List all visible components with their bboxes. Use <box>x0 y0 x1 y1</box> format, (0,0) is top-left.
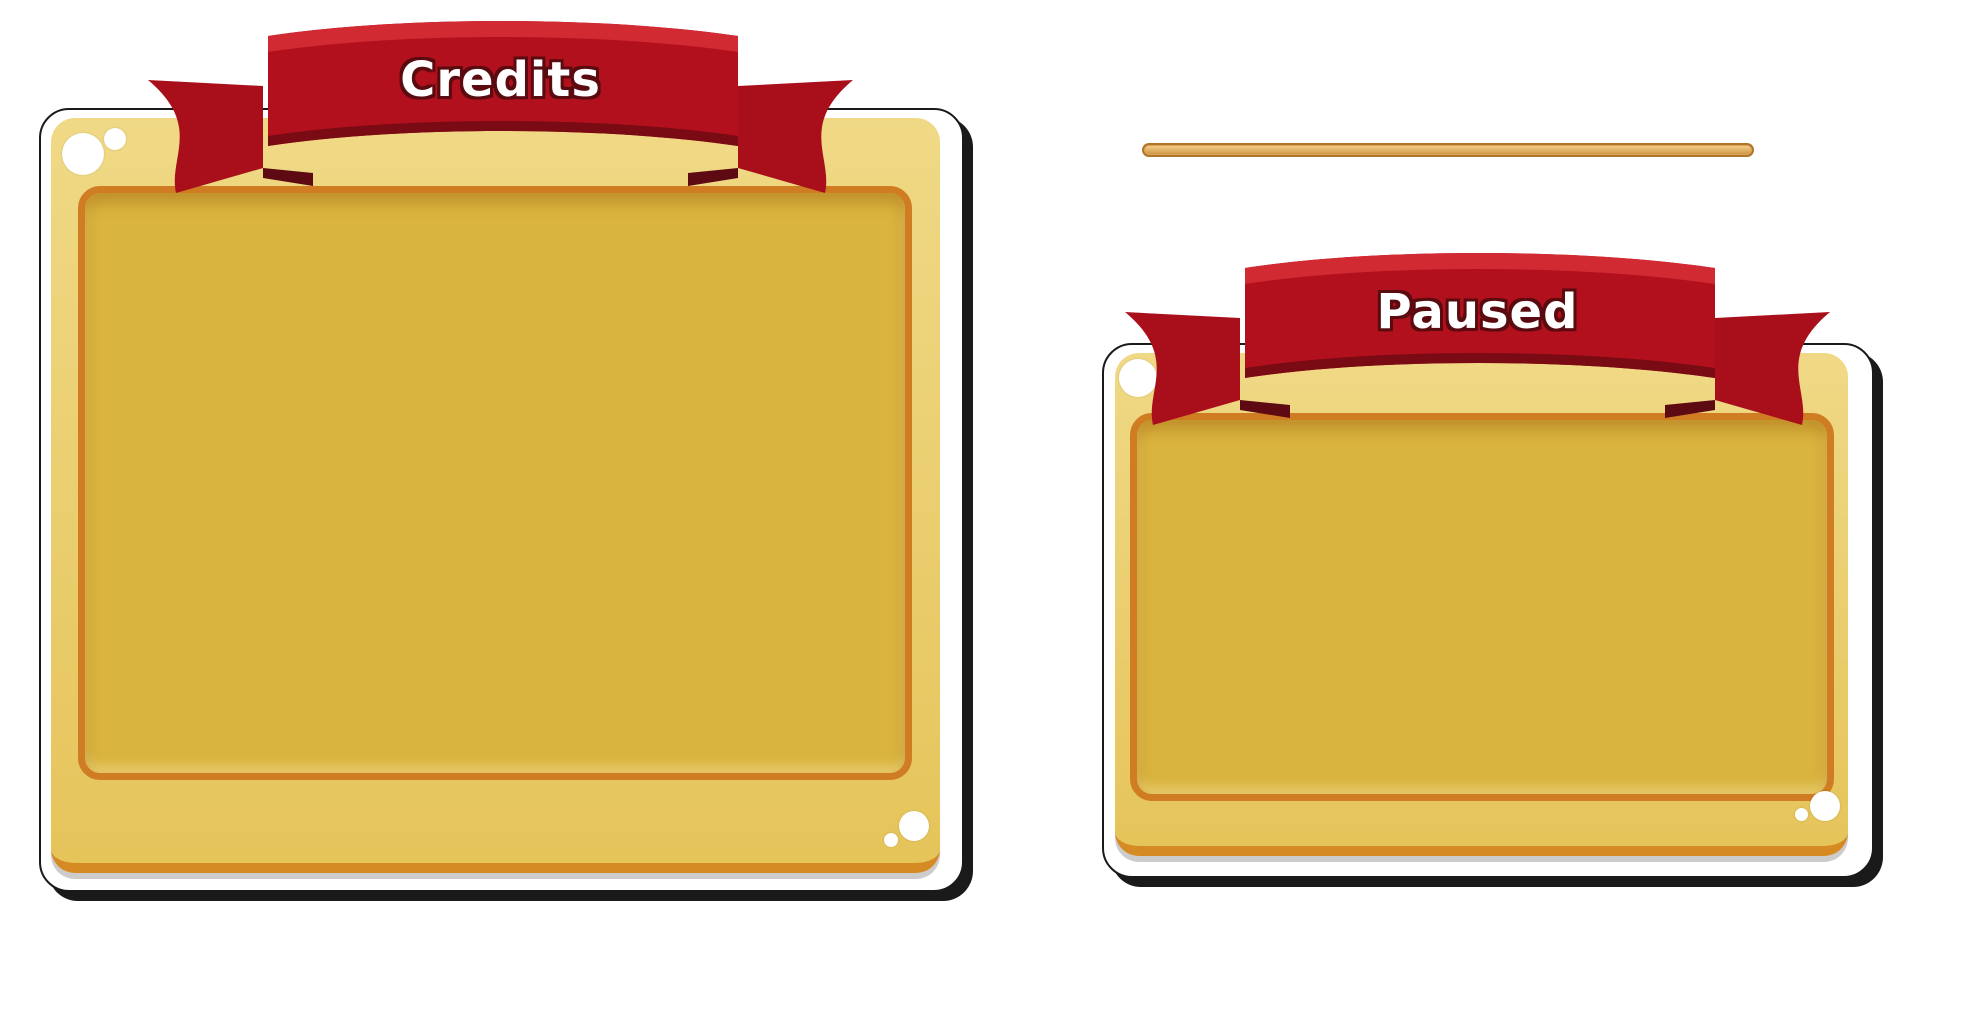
credits-panel <box>39 108 964 892</box>
progress-bar <box>1142 143 1754 157</box>
decor-bubble-icon <box>1795 808 1808 821</box>
decor-bubble-icon <box>1810 791 1840 821</box>
credits-content-area <box>78 186 912 780</box>
decor-bubble-icon <box>62 133 104 175</box>
paused-title: Paused <box>1376 284 1579 340</box>
credits-panel-board <box>51 118 940 873</box>
decor-bubble-icon <box>104 128 126 150</box>
ribbon-banner-icon <box>148 21 853 193</box>
credits-title: Credits <box>400 52 601 108</box>
paused-title-ribbon: Paused <box>1125 250 1830 430</box>
credits-title-ribbon: Credits <box>148 18 853 198</box>
ribbon-banner-icon <box>1125 253 1830 425</box>
progress-bar-fill <box>1145 146 1751 154</box>
paused-content-area <box>1130 413 1834 801</box>
decor-bubble-icon <box>899 811 929 841</box>
decor-bubble-icon <box>884 833 898 847</box>
